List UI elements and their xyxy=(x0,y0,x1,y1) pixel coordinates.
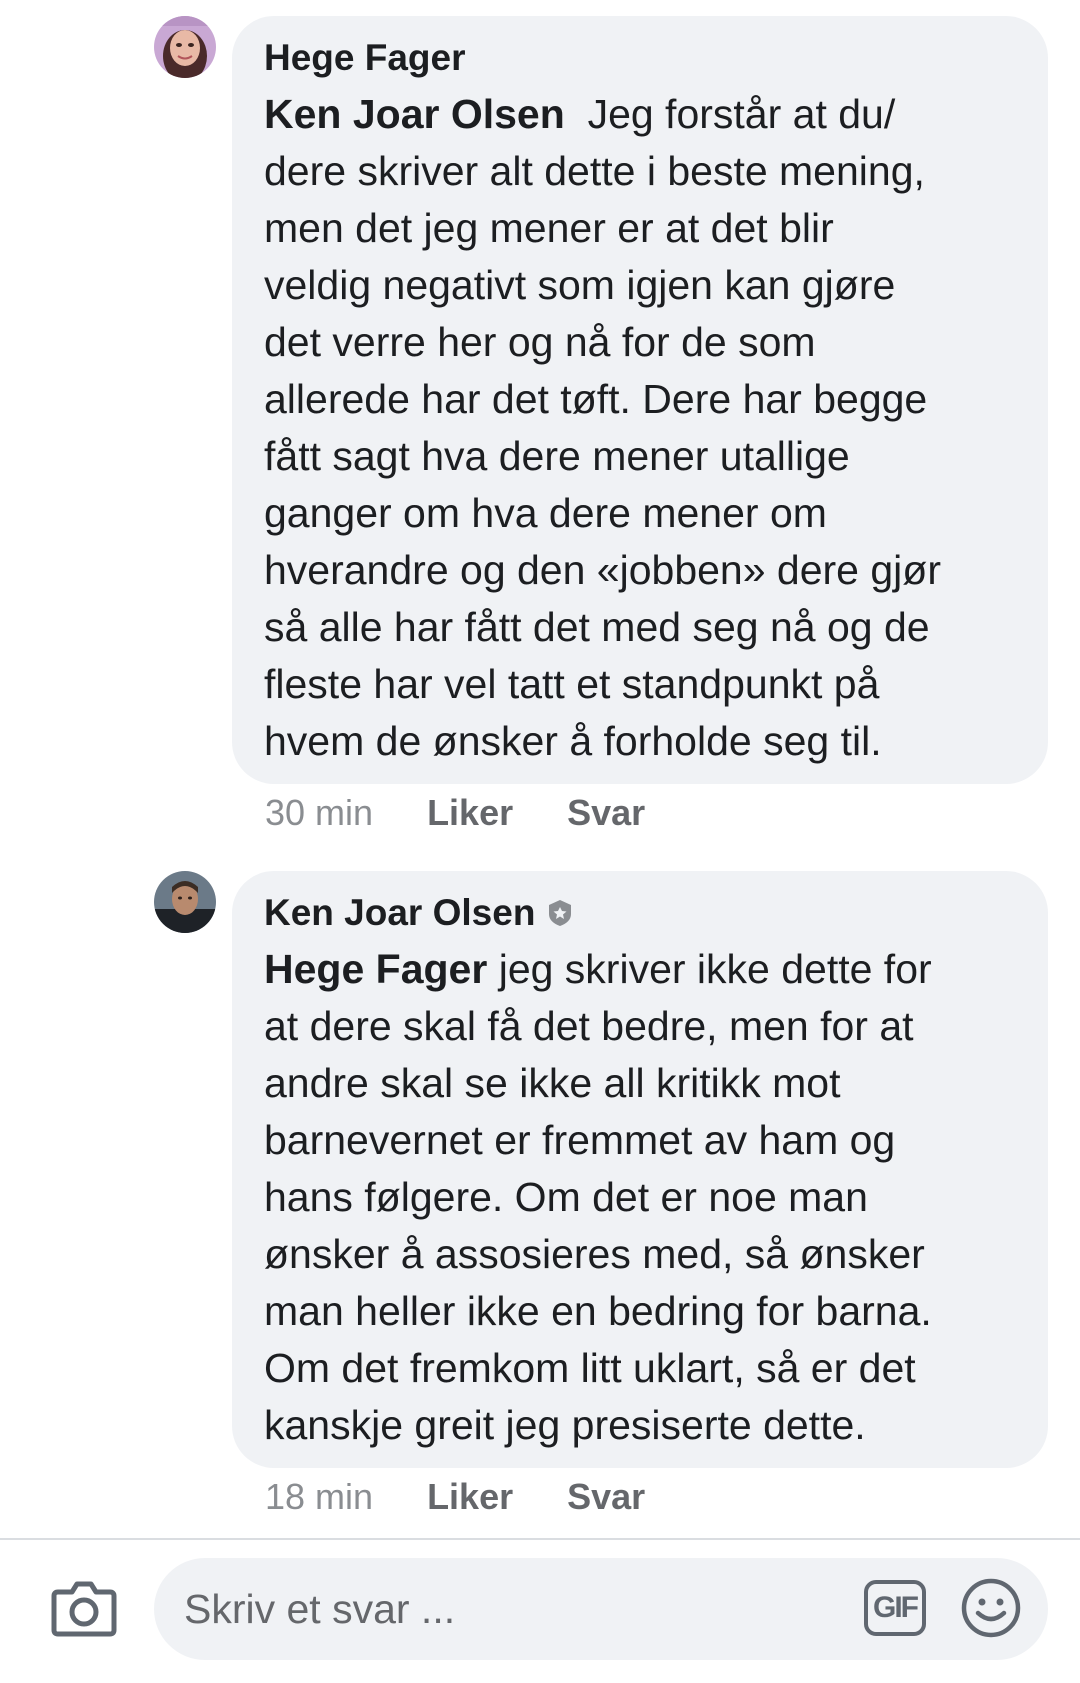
author-row: Ken Joar Olsen xyxy=(264,885,1018,941)
comment-author[interactable]: Ken Joar Olsen xyxy=(264,892,535,934)
like-button[interactable]: Liker xyxy=(427,792,513,834)
comment-bubble: Ken Joar Olsen Hege Fager jeg skriver ik… xyxy=(232,871,1048,1468)
comment-body: Hege Fager jeg skriver ikke dette for at… xyxy=(264,941,1018,1454)
mention-link[interactable]: Hege Fager xyxy=(264,946,487,992)
comment-text: Jeg forstår at du/ dere skriver alt dett… xyxy=(264,91,941,764)
reply-button[interactable]: Svar xyxy=(567,792,645,834)
comment-time: 18 min xyxy=(265,1476,374,1517)
comment-author[interactable]: Hege Fager xyxy=(264,37,466,79)
avatar[interactable] xyxy=(154,871,216,933)
reply-button[interactable]: Svar xyxy=(567,1476,645,1518)
comment-actions: 18 min Liker Svar xyxy=(265,1474,645,1520)
avatar[interactable] xyxy=(154,16,216,78)
avatar-photo-hege xyxy=(154,16,216,78)
comment-body: Ken Joar Olsen Jeg forstår at du/ dere s… xyxy=(264,86,1018,770)
like-button[interactable]: Liker xyxy=(427,1476,513,1518)
comment-time: 30 min xyxy=(265,792,374,833)
reply-input-container: GIF xyxy=(154,1558,1048,1660)
camera-icon[interactable] xyxy=(50,1576,118,1638)
top-fan-badge-icon xyxy=(545,898,575,928)
author-row: Hege Fager xyxy=(264,30,1018,86)
comment-text: jeg skriver ikke dette for at dere skal … xyxy=(264,946,932,1448)
comment-actions: 30 min Liker Svar xyxy=(265,790,645,836)
comment-thread: Hege Fager Ken Joar Olsen Jeg forstår at… xyxy=(0,0,1080,1683)
gif-icon[interactable]: GIF xyxy=(864,1580,926,1636)
reply-composer: GIF xyxy=(0,1540,1080,1683)
mention-link[interactable]: Ken Joar Olsen xyxy=(264,91,565,137)
comment-bubble: Hege Fager Ken Joar Olsen Jeg forstår at… xyxy=(232,16,1048,784)
reply-input[interactable] xyxy=(184,1558,824,1660)
smiley-icon[interactable] xyxy=(960,1577,1022,1639)
avatar-photo-ken xyxy=(154,871,216,933)
